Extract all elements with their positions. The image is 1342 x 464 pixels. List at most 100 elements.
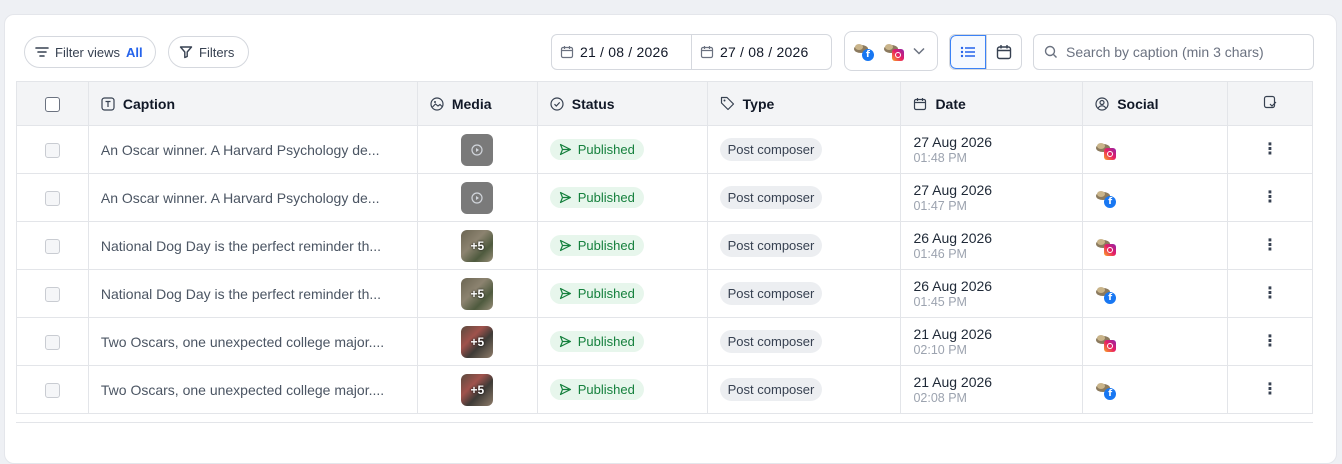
- status-cell: Published: [536, 365, 708, 414]
- row-checkbox[interactable]: [44, 238, 60, 254]
- filters-button[interactable]: Filters: [168, 36, 249, 68]
- filter-views-button[interactable]: Filter views All: [24, 36, 156, 68]
- search-icon: [1044, 45, 1057, 58]
- post-time: 02:08 PM: [913, 391, 967, 405]
- status-label: Published: [577, 382, 635, 397]
- row-select-cell: [16, 125, 89, 174]
- column-caption[interactable]: Caption: [87, 81, 418, 126]
- column-type[interactable]: Type: [706, 81, 902, 126]
- media-cell: [416, 125, 538, 174]
- table-row[interactable]: National Dog Day is the perfect reminder…: [16, 221, 1313, 270]
- table-row[interactable]: Two Oscars, one unexpected college major…: [16, 365, 1313, 414]
- account-avatar-instagram: [883, 40, 907, 62]
- more-media-count: +5: [470, 286, 485, 301]
- caption-text: An Oscar winner. A Harvard Psychology de…: [100, 189, 380, 206]
- type-cell: Post composer: [706, 317, 902, 366]
- media-cell: +5: [416, 317, 538, 366]
- send-icon: [559, 191, 571, 204]
- image-thumbnail[interactable]: +5: [461, 373, 494, 406]
- account-selector[interactable]: f: [844, 31, 938, 71]
- more-options-icon[interactable]: ⋮: [1262, 381, 1278, 398]
- image-thumbnail[interactable]: +5: [461, 229, 494, 262]
- status-cell: Published: [536, 221, 708, 270]
- date-cell: 26 Aug 2026 01:46 PM: [900, 221, 1084, 270]
- caption-cell[interactable]: National Dog Day is the perfect reminder…: [87, 269, 418, 318]
- caption-text: Two Oscars, one unexpected college major…: [100, 333, 385, 350]
- row-checkbox[interactable]: [44, 286, 60, 302]
- status-badge: Published: [549, 379, 644, 400]
- instagram-icon: [892, 49, 904, 61]
- table-row[interactable]: An Oscar winner. A Harvard Psychology de…: [16, 173, 1313, 222]
- select-all-checkbox[interactable]: [44, 96, 60, 112]
- calendar-icon: [914, 97, 927, 110]
- post-date: 26 Aug 2026: [913, 230, 993, 246]
- column-date[interactable]: Date: [900, 81, 1084, 126]
- row-checkbox[interactable]: [44, 334, 60, 350]
- table-row[interactable]: National Dog Day is the perfect reminder…: [16, 269, 1313, 318]
- view-toggle: [949, 34, 1022, 70]
- post-time: 02:10 PM: [913, 343, 967, 357]
- image-thumbnail[interactable]: +5: [461, 325, 494, 358]
- social-account[interactable]: f: [1095, 379, 1119, 401]
- image-thumbnail[interactable]: +5: [461, 277, 494, 310]
- row-select-cell: [16, 365, 89, 414]
- column-status-label: Status: [571, 95, 615, 112]
- column-media[interactable]: Media: [416, 81, 538, 126]
- social-cell: [1082, 317, 1229, 366]
- type-cell: Post composer: [706, 173, 902, 222]
- social-account[interactable]: f: [1095, 283, 1119, 305]
- caption-cell[interactable]: Two Oscars, one unexpected college major…: [87, 365, 418, 414]
- select-all-cell: [16, 81, 89, 126]
- actions-cell: ⋮: [1227, 173, 1313, 222]
- date-from-field[interactable]: 21 / 08 / 2026: [552, 35, 691, 69]
- type-chip: Post composer: [719, 378, 823, 401]
- user-circle-icon: [1095, 96, 1109, 111]
- social-cell: [1082, 221, 1229, 270]
- column-caption-label: Caption: [122, 95, 175, 112]
- calendar-icon: [560, 46, 574, 59]
- list-view-button[interactable]: [950, 35, 986, 69]
- send-icon: [559, 287, 571, 300]
- funnel-icon: [179, 46, 193, 59]
- status-cell: Published: [536, 173, 708, 222]
- column-actions[interactable]: [1227, 81, 1313, 126]
- search-input[interactable]: [1066, 44, 1306, 60]
- table-row[interactable]: Two Oscars, one unexpected college major…: [16, 317, 1313, 366]
- social-account[interactable]: [1095, 235, 1119, 257]
- table-row[interactable]: An Oscar winner. A Harvard Psychology de…: [16, 125, 1313, 174]
- calendar-view-button[interactable]: [986, 35, 1021, 69]
- date-to-value: 27 / 08 / 2026: [720, 44, 809, 60]
- row-checkbox[interactable]: [44, 382, 60, 398]
- row-checkbox[interactable]: [44, 142, 60, 158]
- column-status[interactable]: Status: [536, 81, 708, 126]
- tag-icon: [720, 96, 734, 111]
- more-options-icon[interactable]: ⋮: [1262, 333, 1278, 350]
- video-thumbnail[interactable]: [461, 181, 494, 214]
- caption-cell[interactable]: National Dog Day is the perfect reminder…: [87, 221, 418, 270]
- status-label: Published: [577, 190, 635, 205]
- date-cell: 27 Aug 2026 01:48 PM: [900, 125, 1084, 174]
- post-time: 01:47 PM: [913, 199, 967, 213]
- status-cell: Published: [536, 269, 708, 318]
- column-media-label: Media: [451, 95, 492, 112]
- caption-cell[interactable]: An Oscar winner. A Harvard Psychology de…: [87, 125, 418, 174]
- caption-cell[interactable]: Two Oscars, one unexpected college major…: [87, 317, 418, 366]
- social-account[interactable]: [1095, 331, 1119, 353]
- social-account[interactable]: [1095, 139, 1119, 161]
- video-thumbnail[interactable]: [461, 133, 494, 166]
- caption-text: National Dog Day is the perfect reminder…: [100, 237, 382, 254]
- caption-cell[interactable]: An Oscar winner. A Harvard Psychology de…: [87, 173, 418, 222]
- more-options-icon[interactable]: ⋮: [1262, 285, 1278, 302]
- more-options-icon[interactable]: ⋮: [1262, 189, 1278, 206]
- status-cell: Published: [536, 125, 708, 174]
- more-options-icon[interactable]: ⋮: [1262, 141, 1278, 158]
- date-to-field[interactable]: 27 / 08 / 2026: [691, 35, 831, 69]
- row-checkbox[interactable]: [44, 190, 60, 206]
- social-account[interactable]: f: [1095, 187, 1119, 209]
- play-icon: [471, 191, 483, 204]
- status-cell: Published: [536, 317, 708, 366]
- column-social[interactable]: Social: [1082, 81, 1229, 126]
- type-cell: Post composer: [706, 221, 902, 270]
- more-options-icon[interactable]: ⋮: [1262, 237, 1278, 254]
- play-icon: [471, 143, 483, 156]
